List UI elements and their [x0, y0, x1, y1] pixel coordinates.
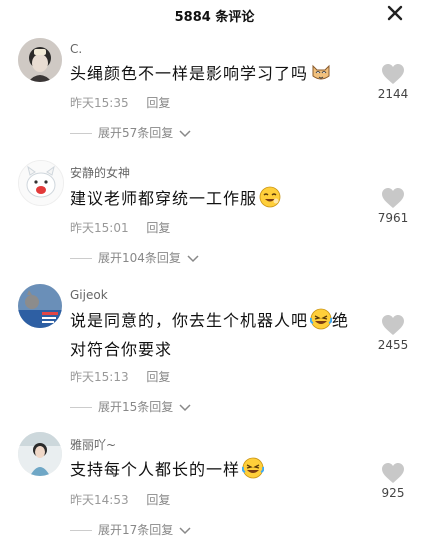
- laughing-tears-emoji-icon: [242, 457, 265, 479]
- chevron-down-icon: [179, 129, 191, 137]
- reply-button[interactable]: 回复: [146, 493, 170, 507]
- heart-icon: [382, 315, 404, 335]
- comment-meta: 昨天15:13 回复: [70, 368, 170, 385]
- comment-meta: 昨天15:35 回复: [70, 94, 170, 111]
- comment-text: 支持每个人都长的一样: [70, 455, 370, 484]
- laughing-tears-emoji-icon: [310, 308, 333, 330]
- heart-icon: [382, 188, 404, 208]
- cat-emoji-icon: [312, 64, 330, 80]
- like-button[interactable]: 2144: [373, 63, 413, 101]
- comments-header: 5884 条评论: [0, 0, 429, 30]
- reply-button[interactable]: 回复: [146, 370, 170, 384]
- like-count: 7961: [377, 211, 409, 225]
- like-button[interactable]: 7961: [373, 187, 413, 225]
- heart-icon: [382, 463, 404, 483]
- like-button[interactable]: 925: [373, 462, 413, 500]
- comment-text: 说是同意的，你去生个机器人吧 绝 对符合你要求: [70, 306, 380, 364]
- timestamp: 昨天14:53: [70, 493, 129, 507]
- timestamp: 昨天15:01: [70, 221, 129, 235]
- comment-meta: 昨天15:01 回复: [70, 219, 170, 236]
- close-icon: [387, 5, 403, 21]
- avatar[interactable]: [18, 38, 62, 82]
- expand-replies-button[interactable]: 展开17条回复: [70, 521, 191, 538]
- chevron-down-icon: [179, 403, 191, 411]
- expand-replies-button[interactable]: 展开57条回复: [70, 124, 191, 141]
- username[interactable]: Gijeok: [70, 288, 108, 302]
- like-button[interactable]: 2455: [373, 314, 413, 352]
- reply-button[interactable]: 回复: [146, 221, 170, 235]
- username[interactable]: C.: [70, 42, 82, 56]
- chevron-down-icon: [179, 526, 191, 534]
- laughing-emoji-icon: [259, 186, 281, 208]
- username[interactable]: 雅丽吖~: [70, 436, 116, 453]
- comment-count-title: 5884 条评论: [174, 10, 255, 25]
- comment-text: 建议老师都穿统一工作服: [70, 184, 370, 213]
- divider: [70, 258, 92, 259]
- divider: [70, 407, 92, 408]
- avatar[interactable]: [18, 160, 64, 206]
- close-button[interactable]: [385, 3, 405, 23]
- divider: [70, 530, 92, 531]
- comment-meta: 昨天14:53 回复: [70, 491, 170, 508]
- like-count: 2455: [377, 338, 409, 352]
- expand-replies-button[interactable]: 展开104条回复: [70, 249, 199, 266]
- timestamp: 昨天15:13: [70, 370, 129, 384]
- reply-button[interactable]: 回复: [146, 96, 170, 110]
- comment-text: 头绳颜色不一样是影响学习了吗: [70, 59, 370, 88]
- like-count: 2144: [377, 87, 409, 101]
- username[interactable]: 安静的女神: [70, 164, 130, 181]
- like-count: 925: [381, 486, 405, 500]
- timestamp: 昨天15:35: [70, 96, 129, 110]
- divider: [70, 133, 92, 134]
- avatar[interactable]: [18, 284, 62, 328]
- chevron-down-icon: [187, 254, 199, 262]
- avatar[interactable]: [18, 432, 62, 476]
- heart-icon: [382, 64, 404, 84]
- expand-replies-button[interactable]: 展开15条回复: [70, 398, 191, 415]
